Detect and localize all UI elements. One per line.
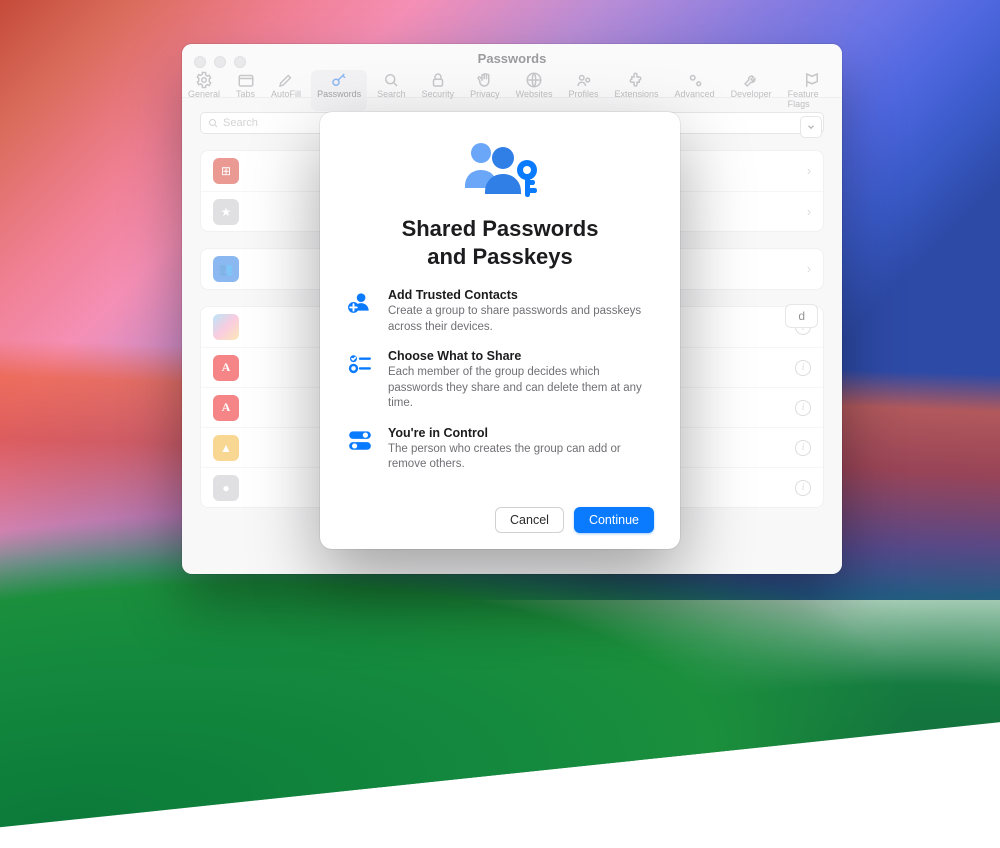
modal-title: Shared Passwordsand Passkeys [346, 215, 654, 270]
toggles-icon [346, 426, 374, 473]
shared-passwords-sheet: Shared Passwordsand Passkeys Add Trusted… [320, 112, 680, 549]
feature-choose-share: Choose What to Share Each member of the … [346, 349, 654, 412]
feature-body: Each member of the group decides which p… [388, 365, 654, 412]
feature-in-control: You're in Control The person who creates… [346, 426, 654, 473]
cancel-button[interactable]: Cancel [495, 507, 564, 533]
continue-button[interactable]: Continue [574, 507, 654, 533]
feature-title: You're in Control [388, 426, 654, 440]
feature-body: Create a group to share passwords and pa… [388, 304, 654, 335]
feature-body: The person who creates the group can add… [388, 442, 654, 473]
feature-title: Add Trusted Contacts [388, 288, 654, 302]
people-key-hero-icon [455, 138, 545, 205]
feature-add-contacts: Add Trusted Contacts Create a group to s… [346, 288, 654, 335]
feature-title: Choose What to Share [388, 349, 654, 363]
modal-button-row: Cancel Continue [346, 507, 654, 533]
person-add-icon [346, 288, 374, 335]
checklist-icon [346, 349, 374, 412]
